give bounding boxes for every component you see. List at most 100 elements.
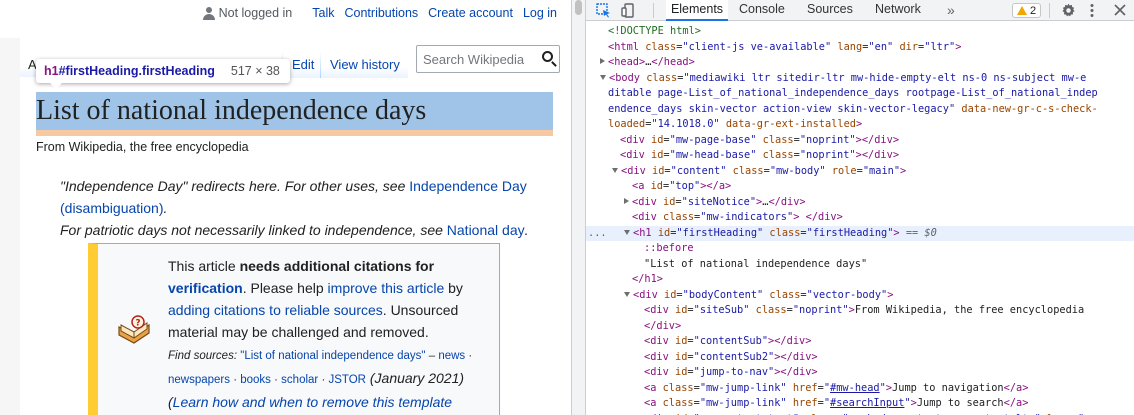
dom-node[interactable]: endence_days skin-vector action-view ski… — [586, 102, 1134, 118]
toolbar-divider — [653, 3, 654, 18]
dom-node-text: <html class="client-js ve-available" lan… — [608, 40, 962, 53]
tab-sources[interactable]: Sources — [807, 0, 853, 21]
tab-separator — [320, 51, 321, 78]
dom-node-selected[interactable]: ... <h1 id="firstHeading" class="firstHea… — [586, 225, 1134, 242]
expand-arrow-icon[interactable] — [600, 58, 605, 64]
adding-citations-link[interactable]: adding citations to reliable sources — [168, 302, 383, 318]
dom-node-text: <body class="mediawiki ltr sitedir-ltr m… — [600, 71, 1086, 87]
dom-node[interactable]: <a class="mw-jump-link" href="#searchInp… — [586, 396, 1134, 412]
dom-node[interactable]: <div id="mw-head-base" class="noprint"><… — [586, 148, 1134, 164]
dom-node-text: <div id="content" class="mw-body" role="… — [612, 164, 906, 180]
jstor-link[interactable]: JSTOR — [328, 374, 366, 386]
inspect-element-icon[interactable] — [596, 3, 611, 18]
collapse-arrow-icon[interactable] — [612, 167, 618, 173]
national-day-link[interactable]: National day — [447, 222, 525, 238]
dom-node[interactable]: <!DOCTYPE html> — [586, 24, 1134, 40]
dom-node[interactable]: <body class="mediawiki ltr sitedir-ltr m… — [586, 71, 1134, 87]
dom-node-text: <a id="top"></a> — [632, 180, 732, 192]
dom-node-text: <!DOCTYPE html> — [608, 25, 701, 37]
dom-node[interactable]: ditable page-List_of_national_independen… — [586, 86, 1134, 102]
close-icon[interactable] — [1113, 3, 1127, 17]
scroll-thumb[interactable] — [575, 0, 582, 15]
site-subtitle: From Wikipedia, the free encyclopedia — [36, 140, 249, 154]
dom-node[interactable]: <head>…</head> — [586, 55, 1134, 71]
dom-node[interactable]: ::before — [586, 241, 1134, 257]
find-sources-query-link[interactable]: "List of national independence days" — [240, 350, 425, 362]
verification-link[interactable]: verification — [168, 280, 243, 296]
dom-node-text: ditable page-List_of_national_independen… — [608, 87, 1098, 99]
hatnote-text: . — [524, 222, 529, 238]
box-text: This article — [168, 258, 240, 274]
sidebar-strip — [0, 38, 20, 415]
tab-network[interactable]: Network — [875, 0, 921, 21]
panel-splitter[interactable] — [571, 0, 585, 415]
dom-node[interactable]: <div class="mw-indicators"> </div> — [586, 210, 1134, 226]
search-input[interactable]: Search Wikipedia — [416, 45, 560, 73]
find-sources-label: Find sources: — [168, 350, 238, 362]
dom-tree: <!DOCTYPE html> <html class="client-js ve… — [586, 22, 1134, 415]
expand-arrow-icon[interactable] — [624, 197, 629, 204]
learn-remove-template-link[interactable]: Learn how and when to remove this templa… — [173, 394, 452, 410]
dom-node[interactable]: <div id="content" class="mw-body" role="… — [586, 164, 1134, 180]
citation-needed-box: ? This article needs additional citation… — [88, 243, 500, 415]
dom-node[interactable]: <div id="contentSub"></div> — [586, 334, 1134, 350]
talk-link[interactable]: Talk — [312, 6, 334, 20]
dom-node-text: </div> — [644, 319, 682, 332]
inspect-tooltip: h1#firstHeading.firstHeading 517 × 38 — [36, 59, 290, 89]
wikipedia-page: Not logged in Talk Contributions Create … — [0, 0, 571, 415]
dom-node[interactable]: <a id="top"></a> — [586, 179, 1134, 195]
dom-node[interactable]: <a class="mw-jump-link" href="#mw-head">… — [586, 381, 1134, 397]
dom-node[interactable]: <div id="jump-to-nav"></div> — [586, 365, 1134, 381]
dom-node[interactable]: <html class="client-js ve-available" lan… — [586, 40, 1134, 56]
dom-node-text: <head>…</head> — [600, 55, 695, 71]
tab-elements[interactable]: Elements — [666, 0, 728, 21]
dom-node-text: <div id="mw-content-text" class="mw-body… — [636, 412, 1090, 415]
dom-node-text: </h1> — [632, 273, 663, 285]
warning-icon — [1017, 6, 1027, 15]
search-icon[interactable] — [542, 51, 553, 62]
dom-node[interactable]: </h1> — [586, 272, 1134, 288]
devtools-panel: Elements Console Sources Network » 2 <!D… — [585, 0, 1134, 415]
dom-node[interactable]: <div id="mw-page-base" class="noprint"><… — [586, 133, 1134, 149]
create-account-link[interactable]: Create account — [428, 6, 513, 20]
more-tabs-icon[interactable]: » — [947, 3, 955, 17]
news-link[interactable]: news — [438, 350, 465, 362]
dom-node-text: <a class="mw-jump-link" href="#searchInp… — [644, 397, 1029, 409]
node-actions-dots[interactable]: ... — [588, 226, 607, 242]
tab-view-history[interactable]: View history — [322, 51, 408, 78]
svg-text:?: ? — [135, 319, 140, 329]
dom-node[interactable]: <div id="contentSub2"></div> — [586, 350, 1134, 366]
collapse-arrow-icon[interactable] — [624, 291, 630, 297]
dom-node-text: <div id="siteSub" class="noprint">From W… — [644, 304, 1085, 316]
dom-node-text: ::before — [644, 242, 694, 254]
dom-node-text: endence_days skin-vector action-view ski… — [608, 102, 1098, 115]
book-question-icon: ? — [118, 315, 150, 344]
more-options-icon[interactable] — [1089, 3, 1095, 18]
contributions-link[interactable]: Contributions — [345, 6, 419, 20]
dom-node[interactable]: "List of national independence days" — [586, 257, 1134, 273]
tab-console[interactable]: Console — [739, 0, 785, 21]
hatnote-text: For patriotic days not necessarily linke… — [60, 222, 447, 238]
box-text-bold: needs additional citations for — [239, 258, 435, 274]
dom-node[interactable]: <div id="siteSub" class="noprint">From W… — [586, 303, 1134, 319]
books-link[interactable]: books — [240, 374, 271, 386]
box-text: . Unsourced — [382, 302, 459, 318]
toolbar-divider — [1049, 3, 1050, 18]
improve-article-link[interactable]: improve this article — [328, 280, 445, 296]
newspapers-link[interactable]: newspapers — [168, 374, 230, 386]
dom-node-text: <h1 id="firstHeading" class="firstHeadin… — [624, 226, 937, 242]
dom-node[interactable]: <div id="bodyContent" class="vector-body… — [586, 288, 1134, 304]
dom-node[interactable]: loaded="14.1018.0" data-gr-ext-installed… — [586, 117, 1134, 133]
log-in-link[interactable]: Log in — [523, 6, 557, 20]
hatnote-redirect: "Independence Day" redirects here. For o… — [60, 175, 540, 219]
settings-gear-icon[interactable] — [1061, 3, 1076, 18]
dom-node[interactable]: <div id="siteNotice">…</div> — [586, 195, 1134, 211]
collapse-arrow-icon[interactable] — [624, 229, 630, 235]
heading-margin-overlay — [36, 130, 553, 136]
device-toolbar-icon[interactable] — [621, 3, 636, 18]
collapse-arrow-icon[interactable] — [600, 74, 606, 80]
warnings-badge[interactable]: 2 — [1012, 3, 1042, 18]
dom-node[interactable]: </div> — [586, 319, 1134, 335]
dom-node[interactable]: <div id="mw-content-text" class="mw-body… — [586, 412, 1134, 415]
scholar-link[interactable]: scholar — [281, 374, 318, 386]
